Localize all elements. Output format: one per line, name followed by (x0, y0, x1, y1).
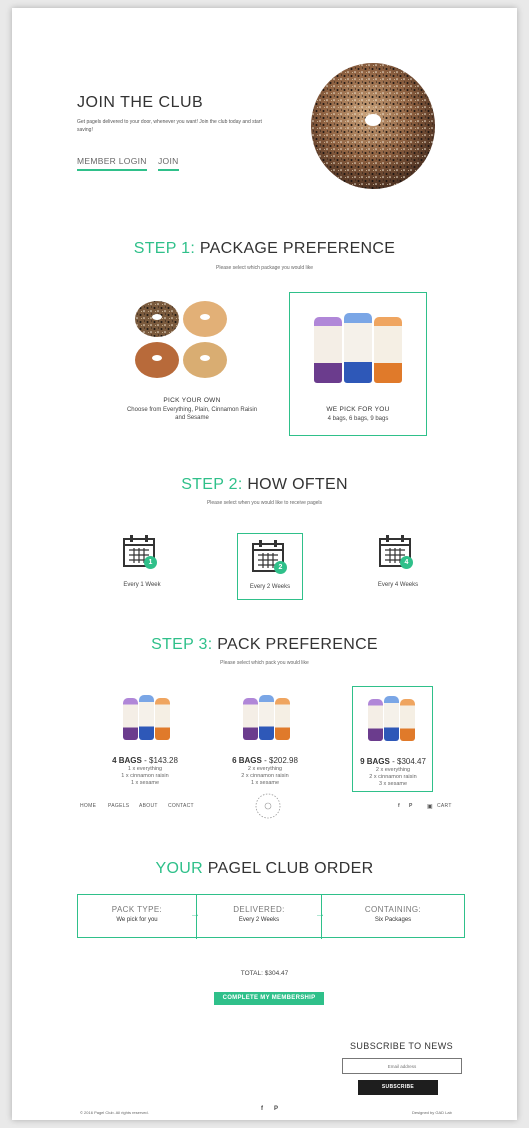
join-link[interactable]: JOIN (158, 156, 179, 171)
email-input[interactable] (342, 1058, 462, 1074)
pack-title: 6 BAGS - $202.98 (215, 756, 315, 765)
pack-line: 2 x everything (247, 766, 283, 772)
pack-bags: 9 BAGS (360, 757, 390, 766)
bagels-image (135, 301, 227, 378)
pack-title: 9 BAGS - $304.47 (343, 757, 443, 766)
we-pick-desc: 4 bags, 6 bags, 9 bags (327, 416, 389, 422)
pack-bags-image (123, 692, 171, 742)
containing-label: CONTAINING: (364, 905, 422, 914)
footer-credit: Designed by GAD Lab (412, 1110, 452, 1115)
frequency-option-2-weeks[interactable]: 2 Every 2 Weeks (237, 533, 303, 600)
order-title: YOUR PAGEL CLUB ORDER (12, 860, 517, 878)
cart-icon[interactable]: ▣ (427, 803, 433, 810)
pick-your-own-title: PICK YOUR OWN (163, 397, 221, 404)
step2-title: STEP 2: HOW OFTEN (12, 476, 517, 494)
pack-bags-image (243, 692, 291, 742)
pack-bags: 6 BAGS (232, 756, 262, 765)
pack-line: 2 x cinnamon raisin (369, 774, 417, 780)
pack-title: 4 BAGS - $143.28 (95, 756, 195, 765)
pagel-logo[interactable] (254, 792, 282, 820)
pack-type-value: We pick for you (116, 917, 158, 923)
order-total: TOTAL: $304.47 (240, 970, 289, 977)
delivered-value: Every 2 Weeks (238, 917, 280, 923)
step1-title: STEP 1: PACKAGE PREFERENCE (12, 240, 517, 258)
frequency-number-badge: 1 (144, 556, 157, 569)
step3-heading: PACK PREFERENCE (217, 636, 378, 653)
nav-pagels[interactable]: PAGELS (108, 803, 129, 809)
footer-facebook-icon[interactable]: f (261, 1106, 263, 1112)
complete-membership-button[interactable]: COMPLETE MY MEMBERSHIP (214, 992, 324, 1005)
frequency-number-badge: 2 (274, 561, 287, 574)
step3-title: STEP 3: PACK PREFERENCE (12, 636, 517, 654)
nav-contact[interactable]: CONTACT (168, 803, 194, 809)
facebook-icon[interactable]: f (398, 803, 400, 809)
frequency-option-1-week[interactable]: 1 Every 1 Week (112, 532, 172, 598)
pick-your-own-desc: Choose from Everything, Plain, Cinnamon … (126, 407, 258, 421)
frequency-label: Every 2 Weeks (249, 584, 291, 590)
we-pick-title: WE PICK FOR YOU (326, 406, 390, 413)
containing-value: Six Packages (374, 917, 412, 923)
nav-cart[interactable]: CART (437, 803, 452, 809)
step2-prefix: STEP 2: (181, 476, 243, 493)
order-pack-type: PACK TYPE: We pick for you (78, 895, 196, 939)
order-delivered: DELIVERED: Every 2 Weeks (197, 895, 321, 939)
step3-prefix: STEP 3: (151, 636, 213, 653)
frequency-label: Every 4 Weeks (377, 582, 419, 588)
delivered-label: DELIVERED: (233, 905, 285, 914)
pack-line: 1 x sesame (250, 780, 280, 786)
step1-heading: PACKAGE PREFERENCE (199, 240, 396, 257)
hero-bagel-image (311, 63, 435, 189)
order-heading: PAGEL CLUB ORDER (207, 860, 374, 877)
pagel-bags-image (314, 307, 404, 387)
pack-price: - $143.28 (144, 756, 178, 765)
frequency-number-badge: 4 (400, 556, 413, 569)
pack-price: - $304.47 (392, 757, 426, 766)
we-pick-for-you-option[interactable]: WE PICK FOR YOU 4 bags, 6 bags, 9 bags (289, 292, 427, 436)
pack-option-6-bags[interactable]: 6 BAGS - $202.98 2 x everything 2 x cinn… (225, 686, 305, 791)
step2-subtitle: Please select when you would like to rec… (206, 500, 323, 506)
order-prefix: YOUR (155, 860, 203, 877)
subscribe-button[interactable]: SUBSCRIBE (358, 1080, 438, 1095)
footer-copyright: © 2016 Pagel Club. All rights reserved. (80, 1110, 149, 1115)
frequency-label: Every 1 Week (123, 582, 161, 588)
pinterest-icon[interactable]: P (409, 803, 413, 809)
pack-option-4-bags[interactable]: 4 BAGS - $143.28 1 x everything 1 x cinn… (105, 686, 185, 791)
footer-pinterest-icon[interactable]: P (274, 1106, 278, 1112)
pack-line: 1 x cinnamon raisin (121, 773, 169, 779)
order-containing: CONTAINING: Six Packages (322, 895, 464, 939)
pack-bags-image (368, 693, 416, 743)
step1-subtitle: Please select which package you would li… (216, 265, 313, 271)
order-summary-box: PACK TYPE: We pick for you → DELIVERED: … (77, 894, 465, 939)
frequency-option-4-weeks[interactable]: 4 Every 4 Weeks (368, 532, 428, 598)
page: JOIN THE CLUB Get pagels delivered to yo… (12, 8, 517, 1120)
pick-your-own-option[interactable]: PICK YOUR OWN Choose from Everything, Pl… (122, 291, 262, 431)
member-login-link[interactable]: MEMBER LOGIN (77, 156, 147, 171)
hero-title: JOIN THE CLUB (77, 94, 204, 111)
hero-text: Get pagels delivered to your door, whene… (77, 119, 262, 133)
step1-prefix: STEP 1: (133, 240, 196, 257)
pack-line: 2 x cinnamon raisin (241, 773, 289, 779)
pack-option-9-bags[interactable]: 9 BAGS - $304.47 2 x everything 2 x cinn… (352, 686, 433, 792)
pack-line: 3 x sesame (378, 781, 408, 787)
pack-line: 2 x everything (375, 767, 411, 773)
pack-bags: 4 BAGS (112, 756, 142, 765)
nav-home[interactable]: HOME (80, 803, 96, 809)
pack-price: - $202.98 (264, 756, 298, 765)
step2-heading: HOW OFTEN (247, 476, 348, 493)
step3-subtitle: Please select which pack you would like (220, 660, 309, 666)
subscribe-title: SUBSCRIBE TO NEWS (350, 1041, 453, 1051)
nav-about[interactable]: ABOUT (139, 803, 158, 809)
pack-line: 1 x sesame (130, 780, 160, 786)
pack-line: 1 x everything (127, 766, 163, 772)
pack-type-label: PACK TYPE: (111, 905, 163, 914)
